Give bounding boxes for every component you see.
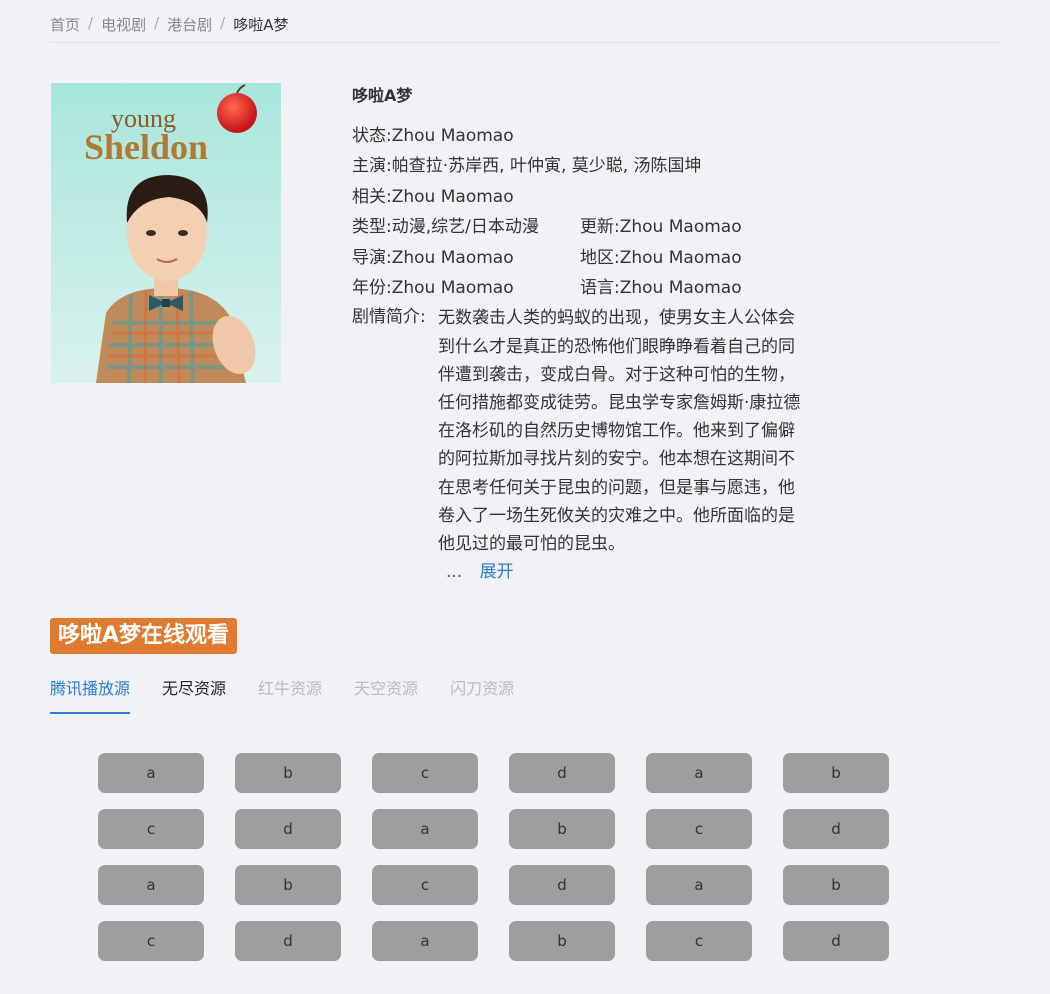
status-row: 状态: Zhou Maomao <box>352 121 812 151</box>
director-value: Zhou Maomao <box>391 247 514 268</box>
breadcrumb-category[interactable]: 电视剧 <box>101 14 146 35</box>
tab-source-hongniu[interactable]: 红牛资源 <box>258 674 322 712</box>
synopsis-ellipsis: ... <box>446 562 463 583</box>
episode-button[interactable]: a <box>372 921 478 961</box>
synopsis-label: 剧情简介: <box>352 307 426 328</box>
episode-button[interactable]: b <box>509 921 615 961</box>
episode-button[interactable]: b <box>783 753 889 793</box>
breadcrumb-separator: / <box>154 14 160 32</box>
info-panel: 哆啦A梦 状态: Zhou Maomao 主演: 帕查拉·苏岸西, 叶仲寅, 莫… <box>352 85 812 586</box>
breadcrumb-separator: / <box>88 14 94 32</box>
cast-row: 主演: 帕查拉·苏岸西, 叶仲寅, 莫少聪, 汤陈国坤 <box>352 151 812 181</box>
related-row: 相关: Zhou Maomao <box>352 182 812 212</box>
show-title: 哆啦A梦 <box>352 86 413 105</box>
year-label: 年份: <box>352 277 392 298</box>
episode-button[interactable]: a <box>646 753 752 793</box>
episode-button[interactable]: c <box>646 921 752 961</box>
breadcrumb-separator: / <box>220 14 226 32</box>
language-label: 语言: <box>580 277 620 298</box>
region-value: Zhou Maomao <box>619 247 742 268</box>
year-language-row: 年份: Zhou Maomao 语言: Zhou Maomao <box>352 273 812 303</box>
director-label: 导演: <box>352 247 392 268</box>
episode-button[interactable]: a <box>98 865 204 905</box>
tab-source-shandao[interactable]: 闪刀资源 <box>450 674 514 712</box>
episode-button[interactable]: c <box>646 809 752 849</box>
cast-label: 主演: <box>352 156 392 177</box>
type-value: 动漫,综艺/日本动漫 <box>391 217 539 238</box>
episode-button[interactable]: a <box>646 865 752 905</box>
breadcrumb-subcategory[interactable]: 港台剧 <box>167 14 212 35</box>
tab-source-tencent[interactable]: 腾讯播放源 <box>50 674 131 714</box>
poster-artwork: young Sheldon <box>51 83 281 383</box>
episode-button[interactable]: b <box>783 865 889 905</box>
cast-value: 帕查拉·苏岸西, 叶仲寅, 莫少聪, 汤陈国坤 <box>391 156 702 177</box>
episode-button[interactable]: d <box>509 865 615 905</box>
episode-button[interactable]: a <box>98 753 204 793</box>
episode-button[interactable]: d <box>235 921 341 961</box>
region-label: 地区: <box>580 247 620 268</box>
episode-button[interactable]: d <box>783 809 889 849</box>
apple-icon <box>217 93 257 133</box>
related-value: Zhou Maomao <box>391 186 514 207</box>
update-label: 更新: <box>580 217 620 238</box>
synopsis-more: ... 展开 <box>446 558 812 586</box>
episode-grid: a b c d a b c d a b c d a b c d a b c d … <box>98 753 898 961</box>
related-label: 相关: <box>352 186 392 207</box>
episode-button[interactable]: c <box>98 921 204 961</box>
poster-image[interactable]: young Sheldon <box>51 83 281 383</box>
language-value: Zhou Maomao <box>619 277 742 298</box>
synopsis-text: 无数袭击人类的蚂蚁的出现，使男女主人公体会到什么才是真正的恐怖他们眼睁睁看着自己… <box>438 308 801 554</box>
episode-button[interactable]: b <box>235 865 341 905</box>
breadcrumb-home[interactable]: 首页 <box>50 14 80 35</box>
type-update-row: 类型: 动漫,综艺/日本动漫 更新: Zhou Maomao <box>352 212 812 242</box>
breadcrumb: 首页 / 电视剧 / 港台剧 / 哆啦A梦 <box>50 14 1000 43</box>
episode-button[interactable]: b <box>509 809 615 849</box>
poster-title-line2: Sheldon <box>84 127 208 167</box>
status-value: Zhou Maomao <box>391 126 514 146</box>
update-value: Zhou Maomao <box>619 217 742 238</box>
expand-link[interactable]: 展开 <box>480 562 514 582</box>
episode-button[interactable]: d <box>783 921 889 961</box>
watch-online-heading: 哆啦A梦在线观看 <box>50 618 238 654</box>
breadcrumb-current: 哆啦A梦 <box>233 16 289 34</box>
year-value: Zhou Maomao <box>391 277 514 298</box>
episode-button[interactable]: c <box>98 809 204 849</box>
tab-source-tiankong[interactable]: 天空资源 <box>354 674 418 712</box>
source-tabs: 腾讯播放源 无尽资源 红牛资源 天空资源 闪刀资源 <box>50 674 546 714</box>
episode-button[interactable]: c <box>372 865 478 905</box>
episode-button[interactable]: d <box>235 809 341 849</box>
type-label: 类型: <box>352 217 392 238</box>
episode-button[interactable]: a <box>372 809 478 849</box>
episode-button[interactable]: c <box>372 753 478 793</box>
director-region-row: 导演: Zhou Maomao 地区: Zhou Maomao <box>352 243 812 273</box>
synopsis: 剧情简介: 无数袭击人类的蚂蚁的出现，使男女主人公体会到什么才是真正的恐怖他们眼… <box>352 303 812 558</box>
episode-button[interactable]: b <box>235 753 341 793</box>
status-label: 状态: <box>352 126 392 146</box>
episode-button[interactable]: d <box>509 753 615 793</box>
tab-source-wujin[interactable]: 无尽资源 <box>162 674 226 712</box>
